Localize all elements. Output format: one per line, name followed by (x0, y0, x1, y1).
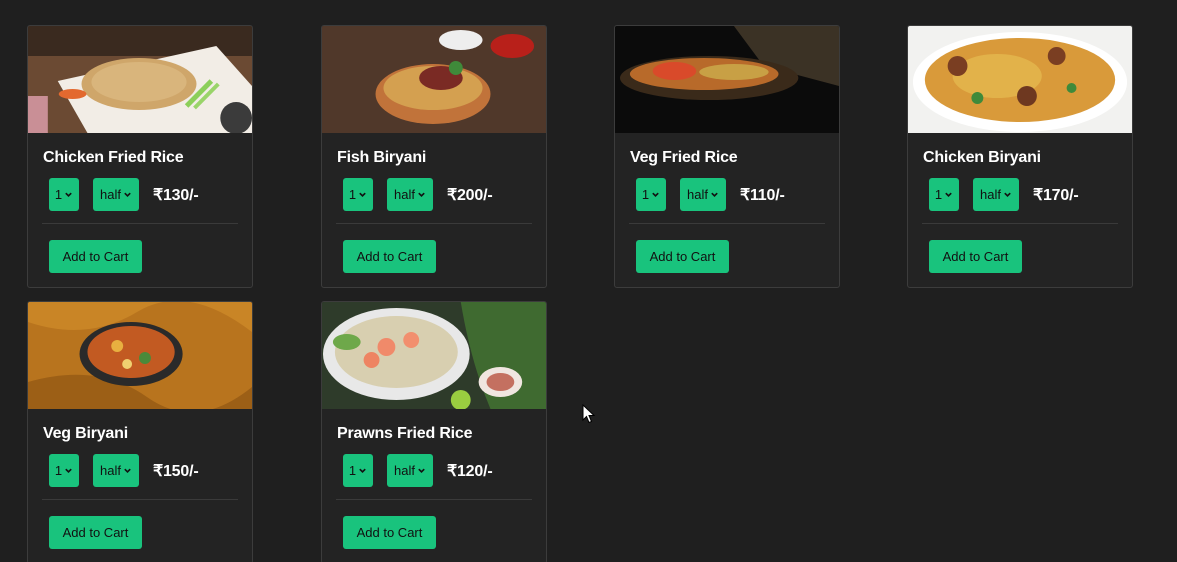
portion-value: half (394, 463, 415, 478)
chevron-down-icon (124, 468, 131, 473)
quantity-select[interactable]: 1 (343, 178, 373, 211)
product-grid: Chicken Fried Rice 1 half ₹130/- Add to … (0, 0, 1177, 562)
portion-select[interactable]: half (93, 178, 139, 211)
portion-value: half (980, 187, 1001, 202)
product-name: Veg Fried Rice (630, 149, 738, 166)
chevron-down-icon (652, 192, 659, 197)
chevron-down-icon (65, 192, 72, 197)
chevron-down-icon (418, 192, 425, 197)
quantity-value: 1 (54, 463, 63, 478)
quantity-value: 1 (348, 187, 357, 202)
divider (336, 223, 532, 224)
chevron-down-icon (124, 192, 131, 197)
product-name: Prawns Fried Rice (337, 425, 473, 442)
product-price: ₹150/- (153, 462, 199, 480)
food-image (908, 26, 1132, 133)
food-image (28, 26, 252, 133)
food-image (322, 302, 546, 409)
product-name: Chicken Fried Rice (43, 149, 184, 166)
product-price: ₹130/- (153, 186, 199, 204)
portion-value: half (687, 187, 708, 202)
portion-value: half (100, 187, 121, 202)
add-to-cart-button[interactable]: Add to Cart (343, 516, 436, 549)
quantity-select[interactable]: 1 (929, 178, 959, 211)
product-card: Veg Fried Rice 1 half ₹110/- Add to Cart (614, 25, 840, 288)
product-card: Prawns Fried Rice 1 half ₹120/- Add to C… (321, 301, 547, 562)
quantity-value: 1 (348, 463, 357, 478)
food-image (322, 26, 546, 133)
add-to-cart-button[interactable]: Add to Cart (343, 240, 436, 273)
product-price: ₹120/- (447, 462, 493, 480)
divider (629, 223, 825, 224)
portion-select[interactable]: half (387, 178, 433, 211)
divider (922, 223, 1118, 224)
chevron-down-icon (711, 192, 718, 197)
product-name: Veg Biryani (43, 425, 128, 442)
food-image (615, 26, 839, 133)
portion-select[interactable]: half (680, 178, 726, 211)
quantity-value: 1 (641, 187, 650, 202)
quantity-select[interactable]: 1 (49, 454, 79, 487)
quantity-select[interactable]: 1 (636, 178, 666, 211)
product-card: Chicken Fried Rice 1 half ₹130/- Add to … (27, 25, 253, 288)
add-to-cart-button[interactable]: Add to Cart (929, 240, 1022, 273)
chevron-down-icon (1004, 192, 1011, 197)
mouse-cursor-icon (582, 404, 596, 424)
quantity-select[interactable]: 1 (343, 454, 373, 487)
product-card: Chicken Biryani 1 half ₹170/- Add to Car… (907, 25, 1133, 288)
chevron-down-icon (359, 468, 366, 473)
chevron-down-icon (65, 468, 72, 473)
divider (336, 499, 532, 500)
product-card: Veg Biryani 1 half ₹150/- Add to Cart (27, 301, 253, 562)
portion-select[interactable]: half (973, 178, 1019, 211)
product-name: Chicken Biryani (923, 149, 1041, 166)
chevron-down-icon (359, 192, 366, 197)
product-price: ₹170/- (1033, 186, 1079, 204)
quantity-value: 1 (934, 187, 943, 202)
add-to-cart-button[interactable]: Add to Cart (49, 240, 142, 273)
divider (42, 223, 238, 224)
quantity-select[interactable]: 1 (49, 178, 79, 211)
add-to-cart-button[interactable]: Add to Cart (636, 240, 729, 273)
chevron-down-icon (418, 468, 425, 473)
product-price: ₹200/- (447, 186, 493, 204)
divider (42, 499, 238, 500)
portion-value: half (100, 463, 121, 478)
chevron-down-icon (945, 192, 952, 197)
portion-select[interactable]: half (93, 454, 139, 487)
product-name: Fish Biryani (337, 149, 427, 166)
product-card: Fish Biryani 1 half ₹200/- Add to Cart (321, 25, 547, 288)
portion-select[interactable]: half (387, 454, 433, 487)
food-image (28, 302, 252, 409)
quantity-value: 1 (54, 187, 63, 202)
portion-value: half (394, 187, 415, 202)
product-price: ₹110/- (740, 186, 785, 204)
add-to-cart-button[interactable]: Add to Cart (49, 516, 142, 549)
